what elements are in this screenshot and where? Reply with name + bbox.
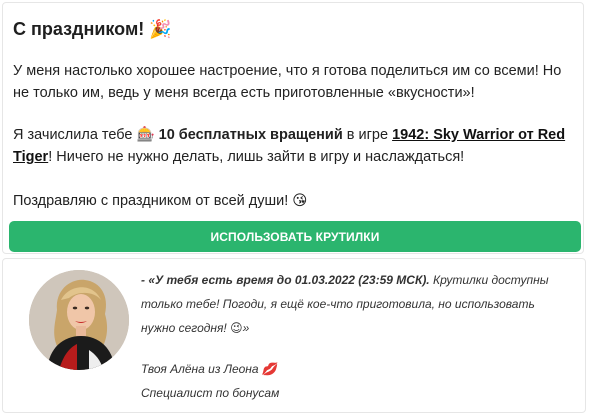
kiss-face-icon: 😘: [292, 193, 308, 209]
quote-end: »: [242, 321, 250, 335]
wink-face-icon: 😉: [230, 321, 243, 335]
signature-name: Твоя Алёна из Леона: [141, 362, 262, 376]
manager-note-card: - «У тебя есть время до 01.03.2022 (23:5…: [2, 258, 586, 413]
signature-line: Твоя Алёна из Леона 💋: [141, 357, 279, 381]
slot-machine-icon: 🎰: [136, 127, 155, 143]
spins-text-c: ! Ничего не нужно делать, лишь зайти в и…: [48, 149, 465, 165]
quote-deadline: - «У тебя есть время до 01.03.2022 (23:5…: [141, 273, 430, 287]
manager-quote: - «У тебя есть время до 01.03.2022 (23:5…: [141, 268, 561, 340]
spins-text-b: в игре: [342, 127, 393, 143]
manager-signature: Твоя Алёна из Леона 💋 Специалист по бону…: [141, 357, 279, 405]
use-spins-button[interactable]: ИСПОЛЬЗОВАТЬ КРУТИЛКИ: [9, 221, 581, 252]
free-spins-count: 10 бесплатных вращений: [158, 127, 343, 143]
promo-card: С праздником! 🎉 У меня настолько хорошее…: [2, 2, 584, 254]
intro-paragraph: У меня настолько хорошее настроение, что…: [13, 63, 562, 101]
card-title: С праздником! 🎉: [13, 19, 172, 40]
manager-avatar: [29, 270, 129, 370]
party-popper-icon: 🎉: [149, 19, 172, 40]
spins-paragraph: Я зачислила тебе 🎰 10 бесплатных вращени…: [13, 124, 573, 168]
signature-role: Специалист по бонусам: [141, 386, 280, 400]
greeting-paragraph: Поздравляю с праздником от всей души! 😘: [13, 190, 573, 212]
card-title-text: С праздником!: [13, 19, 145, 39]
spins-text-a: Я зачислила тебе: [13, 127, 137, 143]
kiss-lips-icon: 💋: [261, 362, 277, 376]
greeting-text: Поздравляю с праздником от всей души!: [13, 193, 293, 209]
manager-photo-illustration: [29, 270, 129, 370]
